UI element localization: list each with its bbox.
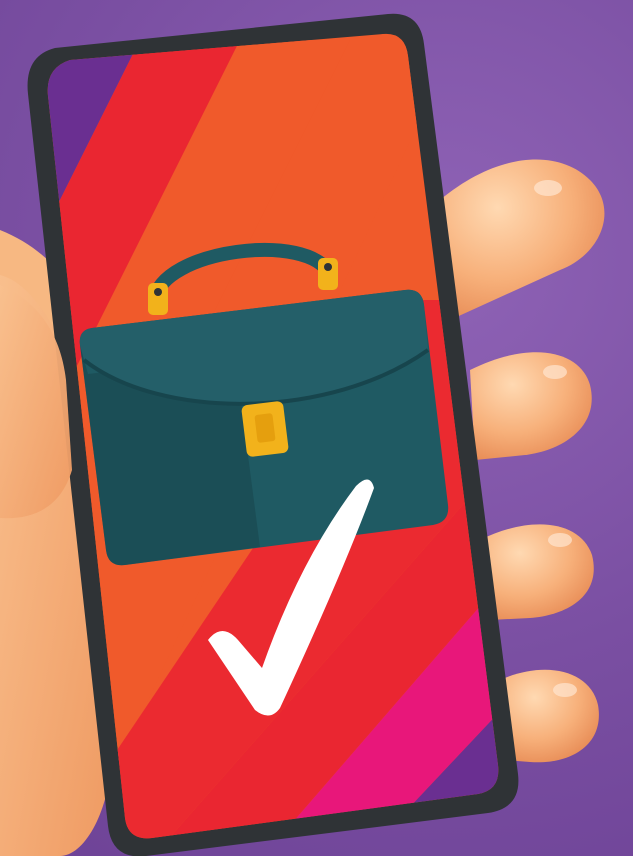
hand-holding-phone-illustration <box>0 13 605 856</box>
illustration-scene <box>0 0 633 856</box>
